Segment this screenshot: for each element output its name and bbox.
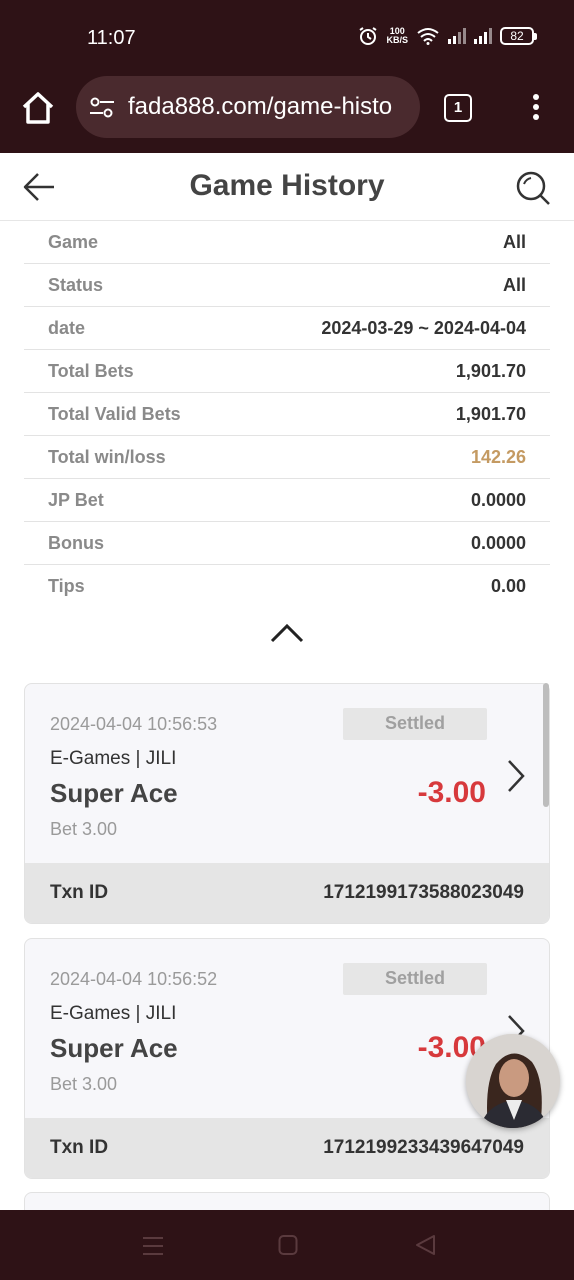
record-bet: Bet 3.00 [50,1074,118,1094]
summary-row-tips: Tips 0.00 [48,576,526,596]
net-speed: 100 KB/S [386,26,408,45]
signal-icon [448,28,466,44]
txn-label: Txn ID [50,1137,109,1158]
summary-table: Game All Status All date 2024-03-29 ~ 2024-… [24,221,550,608]
txn-row: Txn ID 1712199173588023049 [25,863,549,923]
txn-label: Txn ID [50,882,109,903]
home-icon[interactable] [20,90,56,126]
support-chat-avatar[interactable] [466,1034,560,1128]
status-time: 11:07 [87,27,136,49]
summary-row-date[interactable]: date 2024-03-29 ~ 2024-04-04 [24,307,550,350]
site-settings-icon[interactable] [88,96,116,120]
txn-row: Txn ID 1712199233439647049 [25,1118,549,1178]
avatar-image [466,1034,560,1128]
record-game-name: Super Ace [50,1033,178,1063]
status-badge: Settled [343,963,487,995]
collapse-chevron-icon[interactable] [270,622,304,644]
summary-row-total-valid-bets: Total Valid Bets 1,901.70 [24,393,550,436]
summary-row-game[interactable]: Game All [24,221,550,264]
page-title: Game History [189,169,385,202]
summary-row-bonus: Bonus 0.0000 [24,522,550,565]
signal-icon [474,28,492,44]
record-provider: E-Games | JILI [50,748,177,769]
record-provider: E-Games | JILI [50,1003,177,1024]
record-win-loss: -3.00 [417,776,486,809]
wifi-icon [417,28,439,45]
summary-row-total-win-loss: Total win/loss 142.26 [24,436,550,479]
url-text[interactable]: fada888.com/game-histo [128,93,392,121]
scrollbar[interactable] [543,683,549,807]
record-bet: Bet 3.00 [50,819,118,839]
nav-menu-icon[interactable] [142,1236,164,1256]
more-icon[interactable] [530,94,542,124]
nav-home-icon[interactable] [278,1234,298,1256]
alarm-icon [359,27,378,45]
txn-id: 1712199233439647049 [323,1137,524,1158]
summary-row-jp-bet: JP Bet 0.0000 [24,479,550,522]
status-badge: Settled [343,708,487,740]
tabs-icon[interactable]: 1 [444,94,472,122]
summary-row-status[interactable]: Status All [24,264,550,307]
status-icons: 100 KB/S 82 [358,26,537,46]
url-bar[interactable]: fada888.com/game-histo [76,76,420,138]
summary-row-total-bets: Total Bets 1,901.70 [24,350,550,393]
txn-id: 1712199173588023049 [323,882,524,903]
page-header: Game History [0,153,574,221]
nav-back-icon[interactable] [414,1234,436,1256]
browser-chrome: 11:07 100 KB/S 82 fada888.com/game-histo… [0,0,574,153]
chevron-right-icon[interactable] [505,758,527,794]
battery-icon: 82 [500,27,537,45]
system-nav-bar [0,1210,574,1280]
bet-record-card[interactable]: 2024-04-04 10:56:53 Settled E-Games | JI… [24,683,550,924]
search-icon[interactable] [514,169,552,207]
record-datetime: 2024-04-04 10:56:53 [50,714,218,734]
record-game-name: Super Ace [50,778,178,808]
record-datetime: 2024-04-04 10:56:52 [50,969,218,989]
